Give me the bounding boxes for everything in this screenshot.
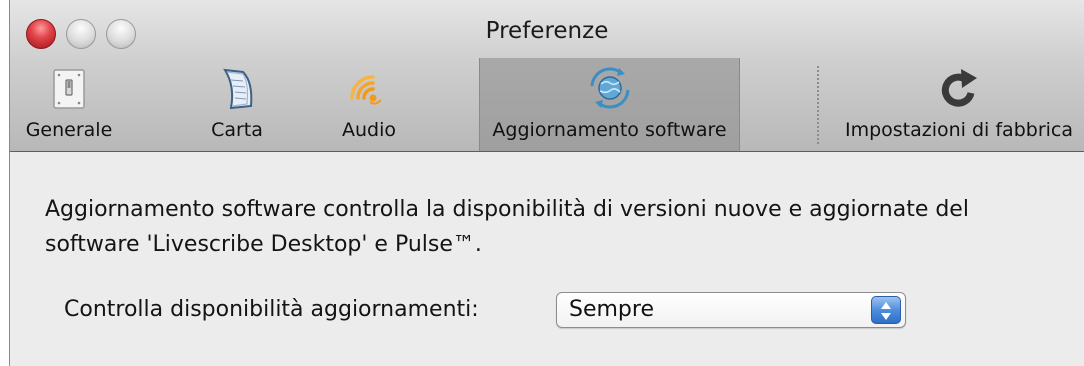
toolbar-separator — [817, 66, 819, 144]
check-updates-value: Sempre — [569, 297, 654, 322]
tab-audio[interactable]: Audio — [310, 58, 428, 151]
description-text: Aggiornamento software controlla la disp… — [45, 197, 969, 257]
check-updates-select[interactable]: Sempre — [556, 292, 906, 328]
tab-impostazioni-di-fabbrica-label: Impostazioni di fabbrica — [844, 119, 1074, 141]
tab-aggiornamento-software[interactable]: Aggiornamento software — [479, 58, 740, 151]
paper-icon — [213, 66, 261, 112]
tab-impostazioni-di-fabbrica[interactable]: Impostazioni di fabbrica — [836, 58, 1082, 151]
window-title: Preferenze — [485, 18, 609, 44]
check-updates-label: Controlla disponibilità aggiornamenti: — [64, 297, 479, 322]
tab-aggiornamento-software-label: Aggiornamento software — [492, 119, 727, 141]
tab-generale-label: Generale — [25, 119, 113, 141]
preferences-content: Aggiornamento software controlla la disp… — [10, 152, 1084, 366]
audio-waves-icon — [345, 66, 393, 112]
tab-carta[interactable]: Carta — [178, 58, 296, 151]
title-toolbar: Preferenze Generale Carta Audio Aggiorna… — [10, 0, 1084, 152]
preferences-window: Preferenze Generale Carta Audio Aggiorna… — [9, 0, 1084, 366]
tab-carta-label: Carta — [211, 119, 263, 141]
globe-refresh-icon — [586, 66, 634, 112]
reset-arrow-icon — [935, 66, 983, 112]
tab-generale[interactable]: Generale — [10, 58, 128, 151]
tab-audio-label: Audio — [341, 119, 396, 141]
switch-icon — [45, 66, 93, 112]
updown-arrows-icon — [871, 296, 901, 324]
